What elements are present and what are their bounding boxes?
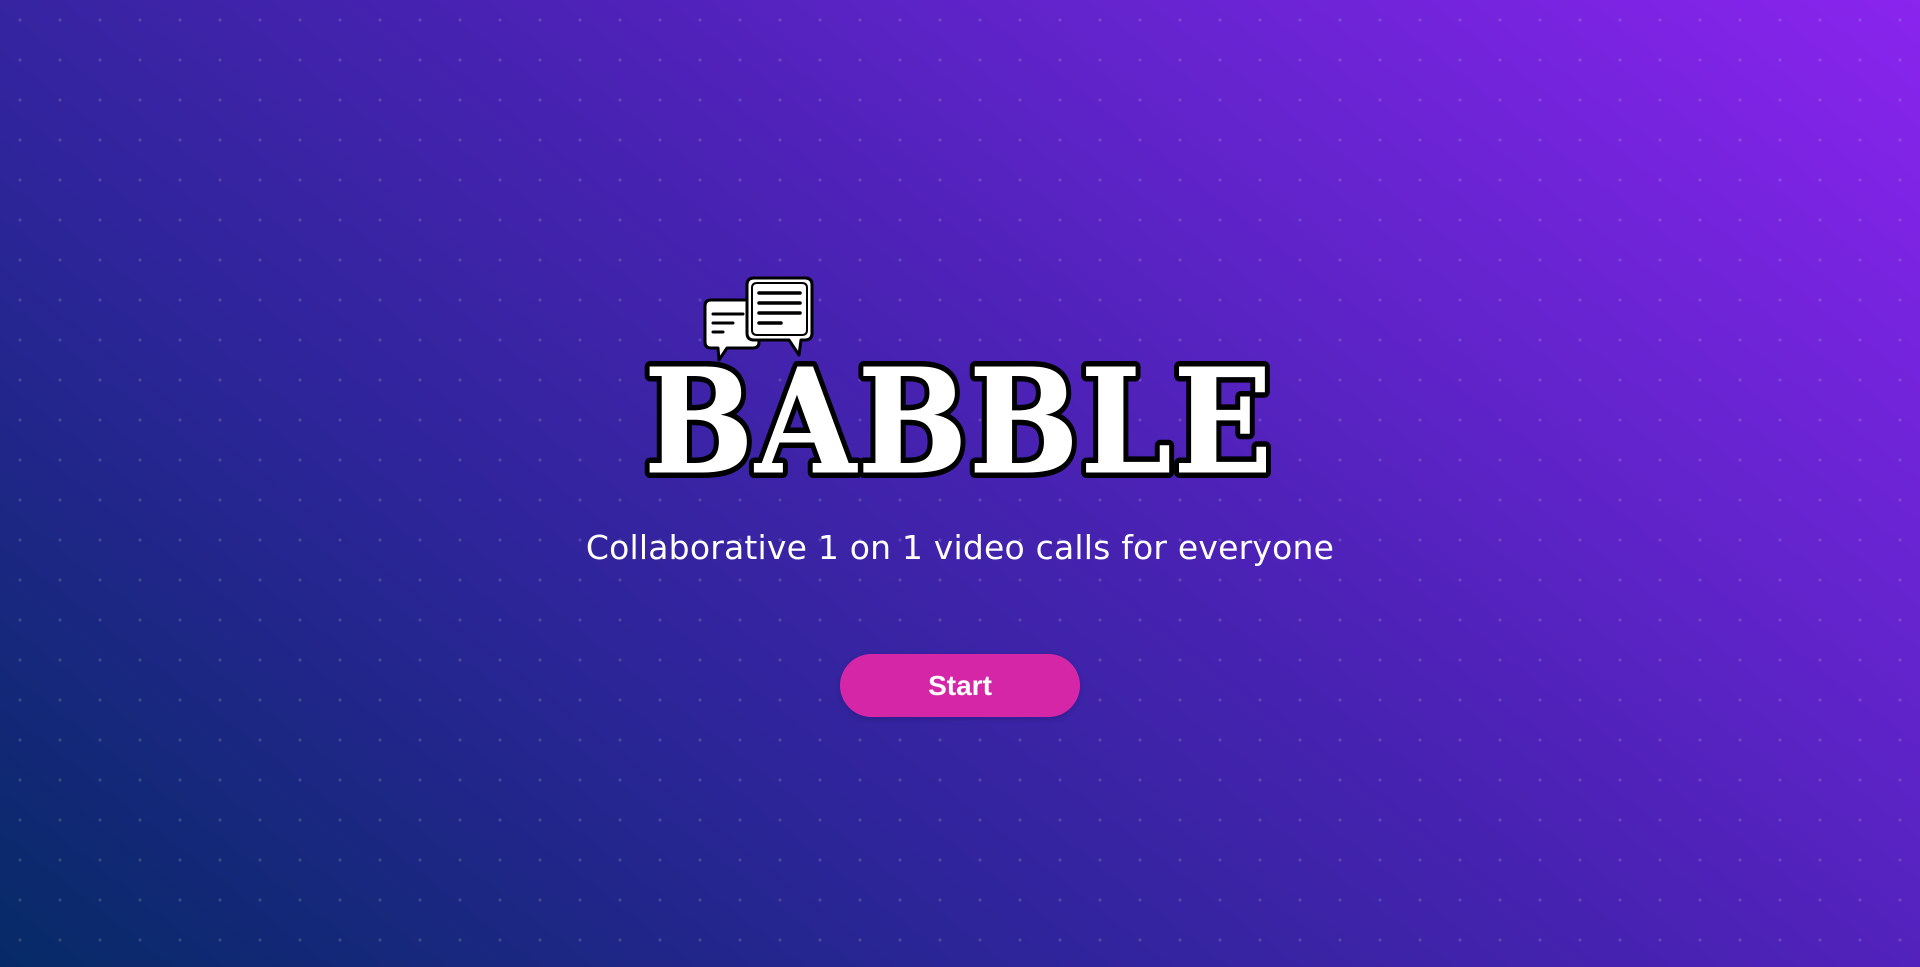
logo-wordmark: BABBLE BABBLE — [638, 331, 1278, 512]
start-button[interactable]: Start — [840, 654, 1080, 717]
logo-wordmark-fill: BABBLE — [644, 337, 1274, 506]
tagline: Collaborative 1 on 1 video calls for eve… — [585, 528, 1335, 567]
babble-logo: BABBLE BABBLE — [637, 272, 1282, 512]
